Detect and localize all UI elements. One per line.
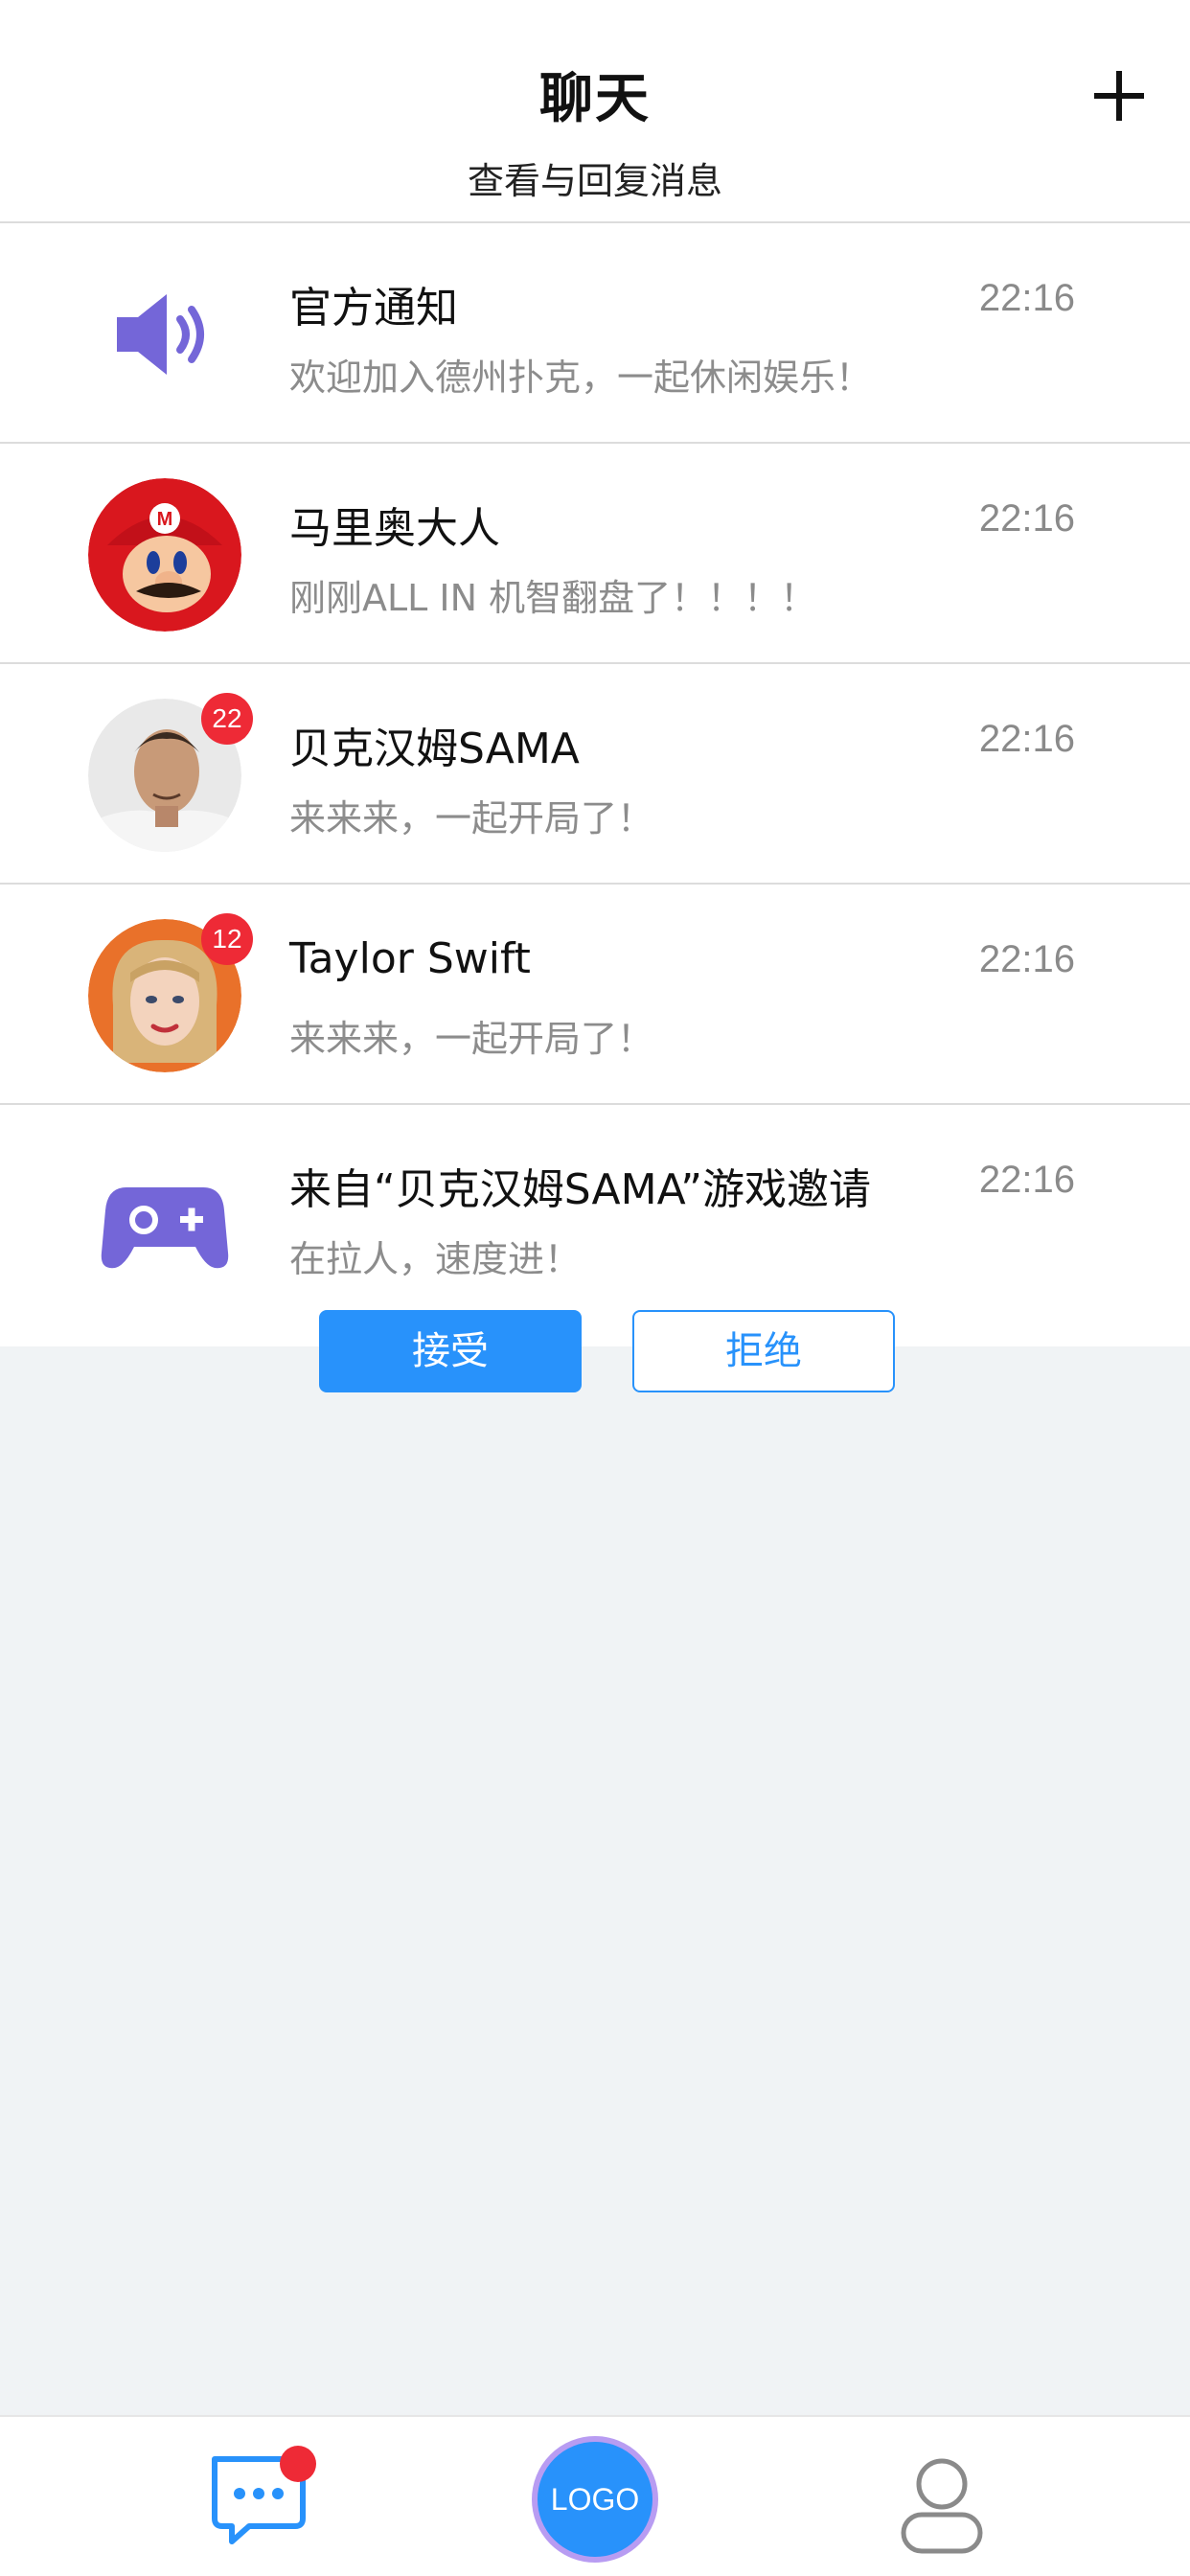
conversation-list: 官方通知 22:16 欢迎加入德州扑克，一起休闲娱乐！ M 马里奥大人 22:1… — [0, 223, 1190, 1346]
unread-badge: 12 — [201, 913, 253, 965]
conversation-time: 22:16 — [978, 277, 1075, 319]
add-icon[interactable] — [1090, 67, 1148, 125]
conversation-name: 官方通知 — [289, 284, 458, 333]
gamepad-icon — [88, 1139, 241, 1293]
conversation-time: 22:16 — [978, 1159, 1075, 1201]
reject-button[interactable]: 拒绝 — [632, 1310, 895, 1392]
page-subtitle: 查看与回复消息 — [467, 160, 722, 202]
conversation-name: 贝克汉姆SAMA — [289, 724, 580, 773]
header: 聊天 查看与回复消息 — [0, 0, 1190, 223]
conversation-preview: 刚刚ALL IN 机智翻盘了！！！！ — [289, 577, 817, 619]
notification-dot — [280, 2446, 316, 2482]
conversation-row-taylor[interactable]: 12 Taylor Swift 22:16 来来来，一起开局了！ — [0, 885, 1190, 1105]
conversation-name: 马里奥大人 — [289, 504, 500, 553]
logo-button[interactable]: LOGO — [532, 2436, 658, 2563]
speaker-icon — [88, 258, 241, 411]
conversation-row-beckham[interactable]: 22 贝克汉姆SAMA 22:16 来来来，一起开局了！ — [0, 664, 1190, 885]
conversation-name: 来自“贝克汉姆SAMA”游戏邀请 — [289, 1165, 872, 1214]
conversation-row-invite[interactable]: 来自“贝克汉姆SAMA”游戏邀请 22:16 在拉人，速度进！ — [0, 1105, 1190, 1346]
conversation-row-official[interactable]: 官方通知 22:16 欢迎加入德州扑克，一起休闲娱乐！ — [0, 223, 1190, 444]
conversation-preview: 欢迎加入德州扑克，一起休闲娱乐！ — [289, 356, 873, 399]
page-title: 聊天 — [539, 68, 651, 130]
person-icon[interactable] — [896, 2451, 988, 2557]
conversation-name: Taylor Swift — [289, 934, 531, 983]
svg-text:M: M — [157, 509, 173, 530]
conversation-preview: 来来来，一起开局了！ — [289, 1018, 654, 1060]
conversation-time: 22:16 — [978, 497, 1075, 540]
conversation-time: 22:16 — [978, 938, 1075, 980]
avatar: M — [88, 478, 241, 632]
avatar: 22 — [88, 693, 253, 852]
conversation-row-mario[interactable]: M 马里奥大人 22:16 刚刚ALL IN 机智翻盘了！！！！ — [0, 444, 1190, 664]
unread-badge: 22 — [201, 693, 253, 745]
conversation-preview: 来来来，一起开局了！ — [289, 797, 654, 840]
conversation-time: 22:16 — [978, 718, 1075, 760]
tab-bar: LOGO — [0, 2415, 1190, 2576]
conversation-preview: 在拉人，速度进！ — [289, 1238, 582, 1280]
accept-button[interactable]: 接受 — [319, 1310, 582, 1392]
avatar: 12 — [88, 913, 253, 1072]
